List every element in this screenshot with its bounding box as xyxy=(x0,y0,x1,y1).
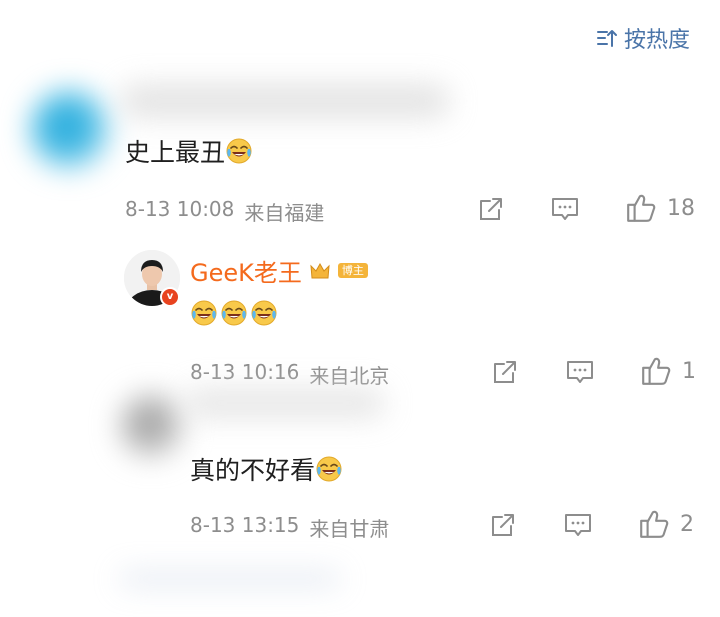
comment-time: 8-13 10:08 xyxy=(125,197,235,221)
thumbs-up-icon xyxy=(638,508,670,540)
reply-emojis xyxy=(190,299,278,327)
reply-button[interactable] xyxy=(562,510,594,540)
blogger-badge: 博主 xyxy=(337,263,368,278)
avatar[interactable] xyxy=(30,90,110,170)
laugh-cry-emoji-icon xyxy=(220,299,248,327)
username-redacted[interactable] xyxy=(185,388,385,418)
like-count: 2 xyxy=(680,511,694,537)
laugh-cry-emoji-icon xyxy=(190,299,218,327)
laugh-cry-emoji-icon xyxy=(315,455,343,483)
comment-text: 史上最丑 xyxy=(125,137,253,165)
comment-location: 来自福建 xyxy=(244,201,325,225)
share-button[interactable] xyxy=(488,510,518,540)
crown-icon xyxy=(310,262,330,280)
author-name-row: GeeK老王 博主 xyxy=(190,253,368,288)
comment-icon xyxy=(563,511,593,539)
like-button[interactable]: 18 xyxy=(625,192,695,224)
laugh-cry-emoji-icon xyxy=(225,137,253,165)
comment-1: 史上最丑 8-13 10:08 来自福建 18 xyxy=(0,60,720,230)
comment-meta: 8-13 13:15 来自甘肃 xyxy=(190,513,389,542)
comment-3: 真的不好看 8-13 13:15 来自甘肃 2 xyxy=(0,380,720,550)
comment-meta: 8-13 10:08 来自福建 xyxy=(125,197,324,226)
like-button[interactable]: 2 xyxy=(638,508,694,540)
comment-text: 真的不好看 xyxy=(190,455,343,483)
next-comment-redacted xyxy=(120,572,340,586)
comment-icon xyxy=(550,195,580,223)
comment-location: 来自甘肃 xyxy=(309,517,390,541)
share-icon xyxy=(477,195,505,223)
author-name[interactable]: GeeK老王 xyxy=(190,253,302,288)
sort-icon xyxy=(596,27,618,49)
like-count: 18 xyxy=(667,195,695,221)
username-redacted[interactable] xyxy=(120,84,450,118)
laugh-cry-emoji-icon xyxy=(250,299,278,327)
share-icon xyxy=(489,511,517,539)
reply-button[interactable] xyxy=(549,194,581,224)
comment-time: 8-13 13:15 xyxy=(190,513,300,537)
comment-2-author-reply: v GeeK老王 博主 8-13 10:16 来自北京 1 xyxy=(0,245,720,395)
avatar[interactable] xyxy=(120,394,184,458)
verified-v-icon: v xyxy=(160,287,180,307)
share-button[interactable] xyxy=(476,194,506,224)
sort-label: 按热度 xyxy=(624,28,691,53)
sort-by-hot-toggle[interactable]: 按热度 xyxy=(596,22,690,54)
thumbs-up-icon xyxy=(625,192,657,224)
